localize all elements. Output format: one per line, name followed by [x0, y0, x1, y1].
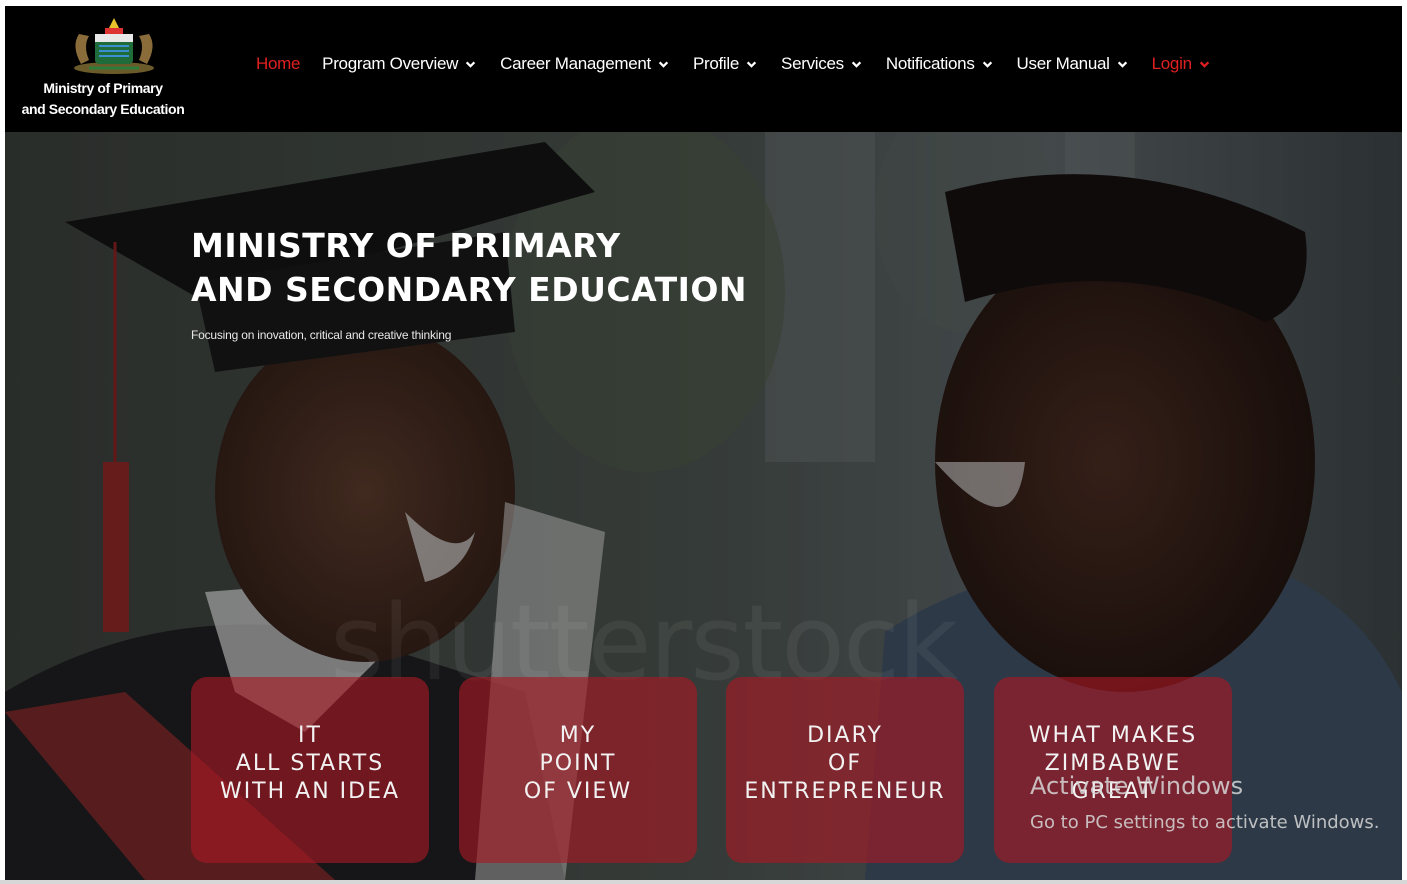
chevron-down-icon — [658, 61, 669, 68]
nav-item-label: Career Management — [500, 54, 651, 73]
logo-text-line1: Ministry of Primary — [43, 80, 163, 96]
chevron-down-icon — [465, 61, 476, 68]
chevron-down-icon — [746, 61, 757, 68]
nav-item-label: Program Overview — [322, 54, 459, 73]
nav-item-user-manual[interactable]: User Manual — [1017, 54, 1128, 74]
hero-title-line2: AND SECONDARY EDUCATION — [191, 270, 748, 309]
nav-item-label: Notifications — [885, 54, 975, 73]
browser-viewport: Ministry of Primary and Secondary Educat… — [5, 6, 1402, 880]
feature-card-point-of-view[interactable]: MY POINT OF VIEW — [459, 677, 697, 863]
main-nav: Home Program Overview Career Management … — [256, 54, 1210, 74]
site-logo[interactable]: Ministry of Primary and Secondary Educat… — [5, 12, 201, 124]
nav-item-label: Login — [1151, 54, 1192, 73]
chevron-down-icon — [851, 61, 861, 68]
feature-card-idea[interactable]: IT ALL STARTS WITH AN IDEA — [191, 677, 429, 863]
hero-title: MINISTRY OF PRIMARY AND SECONDARY EDUCAT… — [191, 224, 747, 312]
taskbar-edge — [0, 880, 1407, 884]
hero-subtitle: Focusing on inovation, critical and crea… — [191, 328, 452, 342]
feature-card-text: DIARY OF ENTREPRENEUR — [744, 723, 946, 804]
nav-item-profile[interactable]: Profile — [693, 54, 757, 74]
nav-item-label: Services — [781, 54, 844, 73]
feature-card-text: MY POINT OF VIEW — [523, 723, 633, 804]
chevron-down-icon — [1117, 61, 1127, 68]
coat-of-arms-icon — [74, 18, 154, 74]
activate-windows-hint: Go to PC settings to activate Windows. — [1030, 812, 1380, 833]
hero-banner: shutterstock MINISTRY OF PRIMARY AND SEC… — [5, 132, 1402, 880]
activate-windows-title: Activate Windows — [1030, 772, 1244, 800]
nav-item-career-management[interactable]: Career Management — [500, 54, 669, 74]
feature-card-entrepreneur[interactable]: DIARY OF ENTREPRENEUR — [726, 677, 964, 863]
nav-item-label: User Manual — [1016, 54, 1110, 73]
chevron-down-icon — [982, 61, 992, 68]
nav-item-services[interactable]: Services — [781, 54, 862, 74]
hero-title-line1: MINISTRY OF PRIMARY — [191, 226, 621, 265]
nav-item-label: Home — [256, 54, 301, 73]
chevron-down-icon — [1199, 61, 1209, 68]
logo-text-line2: and Secondary Education — [21, 101, 185, 117]
nav-item-login[interactable]: Login — [1152, 54, 1210, 74]
feature-card-text: IT ALL STARTS WITH AN IDEA — [219, 723, 401, 804]
feature-card-zimbabwe[interactable]: WHAT MAKES ZIMBABWE GREAT — [994, 677, 1232, 863]
nav-item-home[interactable]: Home — [256, 54, 300, 74]
nav-item-notifications[interactable]: Notifications — [886, 54, 993, 74]
nav-item-program-overview[interactable]: Program Overview — [322, 54, 476, 74]
nav-item-label: Profile — [692, 54, 740, 73]
site-header: Ministry of Primary and Secondary Educat… — [5, 6, 1402, 132]
